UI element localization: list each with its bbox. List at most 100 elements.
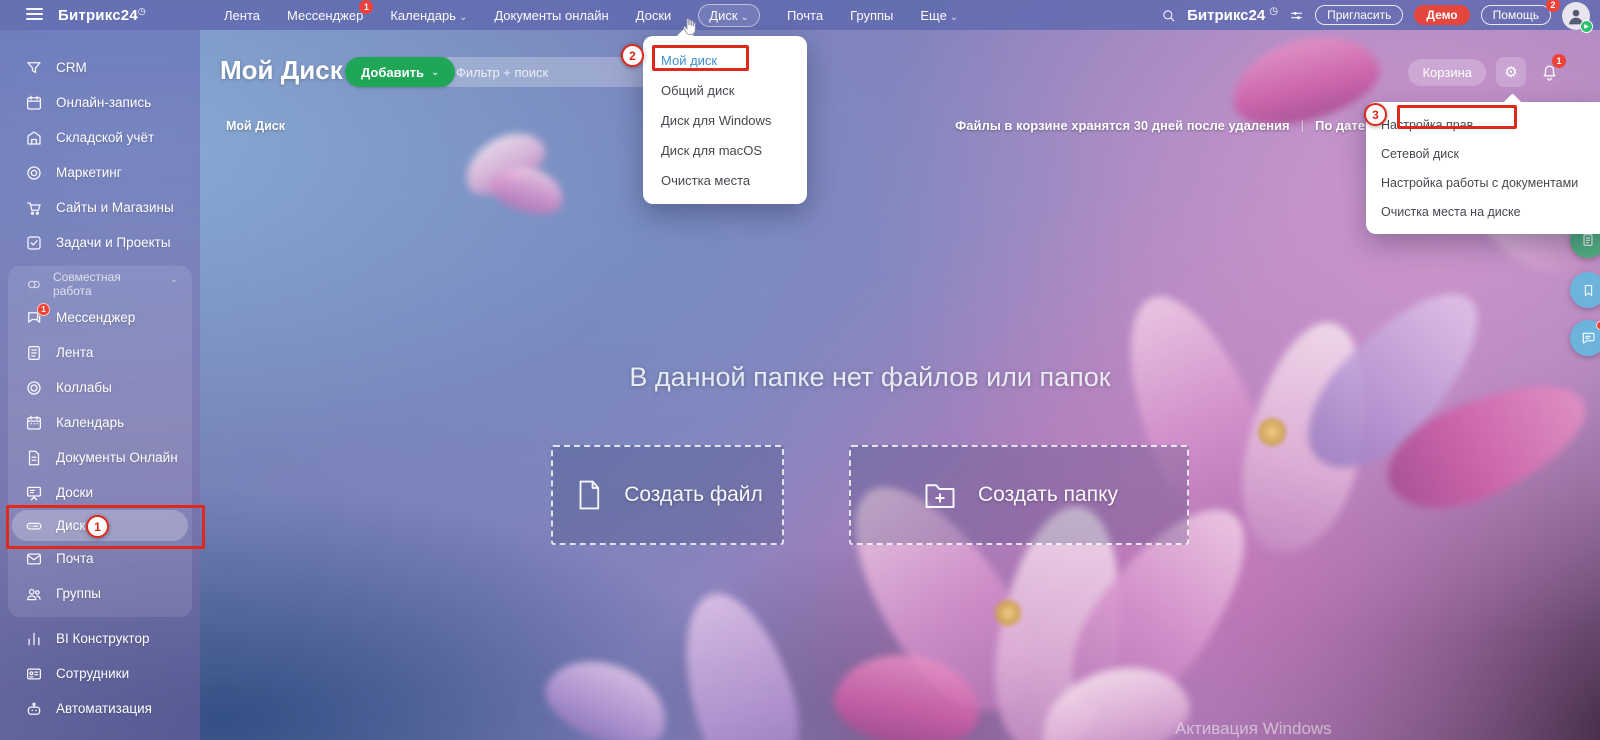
demo-button[interactable]: Демо bbox=[1414, 5, 1469, 25]
app-logo[interactable]: Битрикс24◷ bbox=[58, 6, 146, 24]
chat-bubble-icon bbox=[1580, 330, 1596, 346]
annotation-step-3-rect bbox=[1397, 105, 1517, 129]
robot-icon bbox=[25, 700, 43, 718]
menu-item-free-space[interactable]: Очистка места bbox=[643, 165, 807, 195]
trash-retention-note: Файлы в корзине хранятся 30 дней после у… bbox=[955, 118, 1289, 133]
topnav-item-more[interactable]: Еще⌄ bbox=[920, 8, 958, 23]
settings-gear-button[interactable]: ⚙ bbox=[1496, 57, 1526, 87]
idcard-icon bbox=[25, 665, 43, 683]
sidebar-item-label: Доски bbox=[56, 485, 93, 500]
menu-item-disk-windows[interactable]: Диск для Windows bbox=[643, 105, 807, 135]
annotation-step-2-rect bbox=[652, 45, 749, 71]
sidebar-item-sites-stores[interactable]: Сайты и Магазины bbox=[0, 190, 200, 225]
topnav-label: Диск bbox=[709, 8, 737, 23]
bookmark-float-button[interactable] bbox=[1570, 272, 1600, 308]
topnav-item-groups[interactable]: Группы bbox=[850, 8, 893, 23]
flower-center bbox=[1258, 418, 1286, 446]
bookmark-icon bbox=[1581, 283, 1596, 298]
sidebar-item-calendar[interactable]: Календарь bbox=[8, 405, 192, 440]
sidebar-item-label: Почта bbox=[56, 551, 94, 566]
menu-item-document-settings[interactable]: Настройка работы с документами bbox=[1366, 168, 1600, 197]
help-badge: 2 bbox=[1546, 0, 1560, 12]
sidebar-item-collabs[interactable]: Коллабы bbox=[8, 370, 192, 405]
chat-float-button[interactable] bbox=[1570, 320, 1600, 356]
filter-search-input[interactable] bbox=[444, 57, 652, 87]
create-file-button[interactable]: Создать файл bbox=[551, 445, 784, 545]
target-icon bbox=[25, 164, 43, 182]
menu-item-shared-disk[interactable]: Общий диск bbox=[643, 75, 807, 105]
brand-name[interactable]: Битрикс24 ◷ bbox=[1187, 6, 1278, 24]
topnav-item-mail[interactable]: Почта bbox=[787, 8, 823, 23]
sort-by-date[interactable]: По дате bbox=[1315, 118, 1365, 133]
sidebar-item-label: Календарь bbox=[56, 415, 124, 430]
topnav-item-calendar[interactable]: Календарь⌄ bbox=[390, 8, 467, 23]
doc-icon bbox=[25, 449, 43, 467]
menu-item-disk-macos[interactable]: Диск для macOS bbox=[643, 135, 807, 165]
annotation-step-3-circle: 3 bbox=[1364, 103, 1387, 126]
sliders-icon[interactable] bbox=[1289, 8, 1304, 23]
invite-button[interactable]: Пригласить bbox=[1315, 5, 1403, 25]
sidebar-item-label: Маркетинг bbox=[56, 165, 122, 180]
sidebar-item-inventory[interactable]: Складской учёт bbox=[0, 120, 200, 155]
sidebar-item-employees[interactable]: Сотрудники bbox=[0, 656, 200, 691]
topnav-item-boards[interactable]: Доски bbox=[636, 8, 672, 23]
topnav-label: Группы bbox=[850, 8, 893, 23]
flower-petal bbox=[535, 643, 680, 740]
sidebar-item-bi-builder[interactable]: BI Конструктор bbox=[0, 621, 200, 656]
calendar-icon bbox=[25, 94, 43, 112]
search-icon[interactable] bbox=[1161, 8, 1176, 23]
menu-item-label: Настройка работы с документами bbox=[1381, 176, 1578, 190]
folder-plus-icon bbox=[920, 477, 960, 513]
sidebar: CRM Онлайн-запись Складской учёт Маркети… bbox=[0, 30, 200, 740]
sidebar-item-feed[interactable]: Лента bbox=[8, 335, 192, 370]
topnav-label: Документы онлайн bbox=[494, 8, 608, 23]
menu-item-label: Очистка места bbox=[661, 173, 750, 188]
menu-item-label: Диск для Windows bbox=[661, 113, 771, 128]
sidebar-item-crm[interactable]: CRM bbox=[0, 50, 200, 85]
file-icon bbox=[572, 475, 606, 515]
topnav-item-documents-online[interactable]: Документы онлайн bbox=[494, 8, 608, 23]
hamburger-menu-icon[interactable] bbox=[26, 8, 43, 21]
funnel-icon bbox=[25, 59, 43, 77]
topnav-item-messenger[interactable]: Мессенджер1 bbox=[287, 8, 363, 23]
chat-icon: 1 bbox=[25, 309, 43, 327]
sidebar-item-documents-online[interactable]: Документы Онлайн bbox=[8, 440, 192, 475]
trash-button[interactable]: Корзина bbox=[1408, 59, 1486, 86]
sidebar-item-label: Автоматизация bbox=[56, 701, 152, 716]
sidebar-item-messenger[interactable]: 1 Мессенджер bbox=[8, 300, 192, 335]
sidebar-item-label: Онлайн-запись bbox=[56, 95, 151, 110]
sidebar-item-marketing[interactable]: Маркетинг bbox=[0, 155, 200, 190]
menu-item-disk-cleanup[interactable]: Очистка места на диске bbox=[1366, 197, 1600, 226]
messenger-badge: 1 bbox=[37, 303, 50, 316]
menu-item-network-drive[interactable]: Сетевой диск bbox=[1366, 139, 1600, 168]
annotation-step-1-circle: 1 bbox=[86, 515, 109, 538]
chevron-down-icon: ⌄ bbox=[950, 12, 958, 23]
create-folder-button[interactable]: Создать папку bbox=[849, 445, 1189, 545]
app-window: Активация Windows Битрикс24◷ Лента Мессе… bbox=[0, 0, 1600, 740]
add-button[interactable]: Добавить ⌄ bbox=[345, 57, 455, 87]
toolbar-right: Файлы в корзине хранятся 30 дней после у… bbox=[955, 118, 1365, 133]
chevron-down-icon: ⌄ bbox=[431, 67, 439, 78]
sidebar-section-header[interactable]: Совместная работа ⌃ bbox=[8, 268, 192, 300]
brand-text: Битрикс24 bbox=[1187, 7, 1265, 24]
mail-icon bbox=[25, 550, 43, 568]
notifications-button[interactable]: 1 bbox=[1536, 58, 1562, 86]
sidebar-item-label: Лента bbox=[56, 345, 93, 360]
app-logo-text: Битрикс24 bbox=[58, 7, 138, 24]
topnav-item-lenta[interactable]: Лента bbox=[224, 8, 260, 23]
create-folder-label: Создать папку bbox=[978, 483, 1118, 507]
chevron-up-icon: ⌃ bbox=[170, 279, 178, 290]
sidebar-item-tasks-projects[interactable]: Задачи и Проекты bbox=[0, 225, 200, 260]
sidebar-item-label: Складской учёт bbox=[56, 130, 154, 145]
rings-icon bbox=[25, 379, 43, 397]
topnav-item-disk[interactable]: Диск⌄ bbox=[698, 4, 760, 27]
sidebar-item-automation[interactable]: Автоматизация bbox=[0, 691, 200, 726]
sidebar-item-groups[interactable]: Группы bbox=[8, 576, 192, 611]
user-avatar[interactable]: ▶ bbox=[1562, 2, 1590, 30]
sidebar-section-collaboration: Совместная работа ⌃ 1 Мессенджер Лента К… bbox=[8, 266, 192, 617]
sidebar-item-online-booking[interactable]: Онлайн-запись bbox=[0, 85, 200, 120]
page-header-controls: Корзина ⚙ 1 bbox=[1408, 57, 1562, 87]
flower-center bbox=[995, 600, 1021, 626]
help-button[interactable]: Помощь2 bbox=[1481, 5, 1551, 25]
breadcrumb[interactable]: Мой Диск bbox=[226, 119, 285, 133]
